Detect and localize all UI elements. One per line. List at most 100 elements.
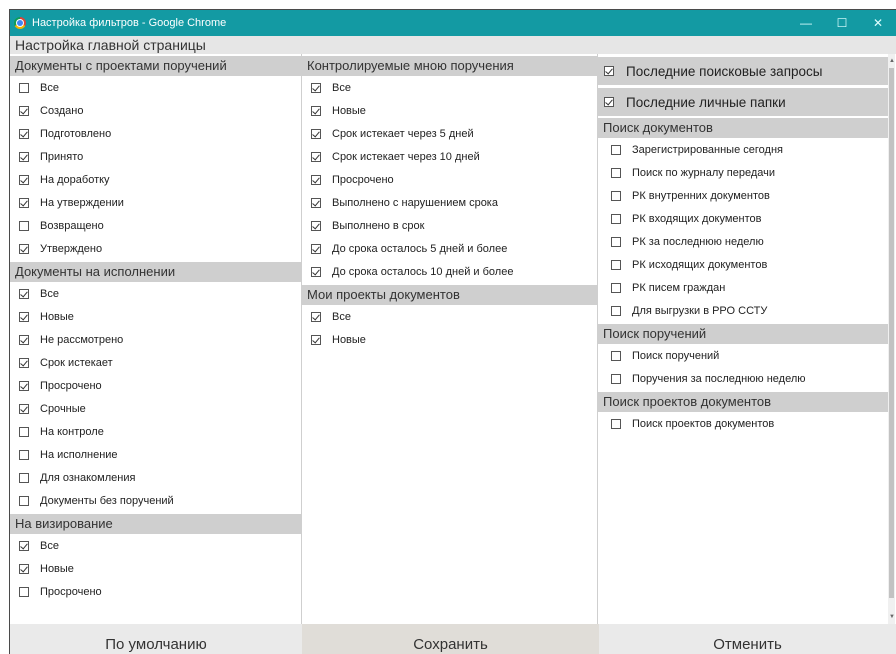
checkbox[interactable]: [19, 449, 29, 460]
checkbox-checked[interactable]: [19, 288, 29, 299]
filter-option[interactable]: Новые: [302, 328, 597, 351]
minimize-button[interactable]: —: [788, 10, 824, 36]
filter-option[interactable]: Срок истекает через 10 дней: [302, 145, 597, 168]
checkbox[interactable]: [611, 213, 621, 224]
filter-option[interactable]: Поручения за последнюю неделю: [598, 367, 895, 390]
filter-option[interactable]: Не рассмотрено: [10, 328, 301, 351]
cancel-button[interactable]: Отменить: [599, 624, 896, 654]
filter-option[interactable]: Новые: [302, 99, 597, 122]
filter-option[interactable]: Для ознакомления: [10, 466, 301, 489]
checkbox-checked[interactable]: [19, 128, 29, 139]
filter-option[interactable]: Возвращено: [10, 214, 301, 237]
filter-option[interactable]: Все: [10, 282, 301, 305]
checkbox[interactable]: [611, 167, 621, 178]
checkbox-checked[interactable]: [311, 82, 321, 93]
checkbox-checked[interactable]: [311, 311, 321, 322]
filter-option[interactable]: На доработку: [10, 168, 301, 191]
default-button[interactable]: По умолчанию: [10, 624, 302, 654]
checkbox-checked[interactable]: [311, 334, 321, 345]
scrollbar[interactable]: ▲ ▼: [888, 54, 895, 624]
checkbox-checked[interactable]: [604, 66, 614, 76]
checkbox-checked[interactable]: [19, 197, 29, 208]
checkbox[interactable]: [611, 259, 621, 270]
checkbox-checked[interactable]: [311, 151, 321, 162]
filter-option[interactable]: Все: [302, 76, 597, 99]
checkbox-checked[interactable]: [311, 220, 321, 231]
checkbox-checked[interactable]: [19, 403, 29, 414]
checkbox-checked[interactable]: [19, 311, 29, 322]
save-button[interactable]: Сохранить: [302, 624, 599, 654]
filter-option[interactable]: РК писем граждан: [598, 276, 895, 299]
checkbox[interactable]: [19, 586, 29, 597]
filter-option[interactable]: На исполнение: [10, 443, 301, 466]
close-button[interactable]: ✕: [860, 10, 896, 36]
checkbox-checked[interactable]: [19, 380, 29, 391]
filter-option[interactable]: Подготовлено: [10, 122, 301, 145]
checkbox-checked[interactable]: [311, 174, 321, 185]
checkbox[interactable]: [19, 495, 29, 506]
filter-option[interactable]: РК исходящих документов: [598, 253, 895, 276]
filter-option[interactable]: Принято: [10, 145, 301, 168]
checkbox-checked[interactable]: [604, 97, 614, 107]
scroll-down-icon[interactable]: ▼: [889, 614, 895, 620]
checkbox-checked[interactable]: [311, 105, 321, 116]
checkbox-checked[interactable]: [311, 243, 321, 254]
filter-option[interactable]: На контроле: [10, 420, 301, 443]
filter-option[interactable]: РК входящих документов: [598, 207, 895, 230]
checkbox[interactable]: [19, 82, 29, 93]
filter-option[interactable]: Все: [302, 305, 597, 328]
checkbox[interactable]: [611, 418, 621, 429]
checkbox-checked[interactable]: [19, 334, 29, 345]
filter-option[interactable]: Новые: [10, 557, 301, 580]
filter-option[interactable]: До срока осталось 10 дней и более: [302, 260, 597, 283]
checkbox-checked[interactable]: [19, 243, 29, 254]
scroll-up-icon[interactable]: ▲: [889, 58, 895, 64]
checkbox[interactable]: [611, 190, 621, 201]
checkbox[interactable]: [611, 373, 621, 384]
filter-option[interactable]: Утверждено: [10, 237, 301, 260]
filter-option[interactable]: РК за последнюю неделю: [598, 230, 895, 253]
filter-option[interactable]: Выполнено в срок: [302, 214, 597, 237]
filter-option[interactable]: Новые: [10, 305, 301, 328]
maximize-button[interactable]: ☐: [824, 10, 860, 36]
scrollbar-thumb[interactable]: [889, 68, 894, 598]
filter-option[interactable]: Срочные: [10, 397, 301, 420]
filter-option[interactable]: Просрочено: [10, 374, 301, 397]
filter-option[interactable]: Поиск по журналу передачи: [598, 161, 895, 184]
checkbox-checked[interactable]: [19, 357, 29, 368]
checkbox-checked[interactable]: [19, 174, 29, 185]
checkbox-checked[interactable]: [311, 266, 321, 277]
checkbox[interactable]: [611, 282, 621, 293]
checkbox[interactable]: [19, 426, 29, 437]
filter-option[interactable]: На утверждении: [10, 191, 301, 214]
filter-option[interactable]: Документы без поручений: [10, 489, 301, 512]
filter-option[interactable]: Срок истекает через 5 дней: [302, 122, 597, 145]
checkbox-checked[interactable]: [311, 197, 321, 208]
checkbox[interactable]: [19, 220, 29, 231]
filter-option[interactable]: Создано: [10, 99, 301, 122]
checkbox-checked[interactable]: [19, 563, 29, 574]
filter-option[interactable]: Просрочено: [302, 168, 597, 191]
filter-option[interactable]: Все: [10, 534, 301, 557]
top-filter-option[interactable]: Последние поисковые запросы: [598, 57, 895, 85]
filter-option[interactable]: РК внутренних документов: [598, 184, 895, 207]
checkbox-checked[interactable]: [19, 105, 29, 116]
checkbox[interactable]: [19, 472, 29, 483]
filter-option[interactable]: Зарегистрированные сегодня: [598, 138, 895, 161]
checkbox-checked[interactable]: [19, 151, 29, 162]
filter-option[interactable]: Все: [10, 76, 301, 99]
top-filter-option[interactable]: Последние личные папки: [598, 88, 895, 116]
filter-option[interactable]: Для выгрузки в РРО ССТУ: [598, 299, 895, 322]
checkbox[interactable]: [611, 350, 621, 361]
checkbox[interactable]: [611, 144, 621, 155]
checkbox[interactable]: [611, 305, 621, 316]
checkbox[interactable]: [611, 236, 621, 247]
filter-option[interactable]: Срок истекает: [10, 351, 301, 374]
filter-option[interactable]: Поиск поручений: [598, 344, 895, 367]
filter-option[interactable]: Просрочено: [10, 580, 301, 603]
filter-option[interactable]: Выполнено с нарушением срока: [302, 191, 597, 214]
checkbox-checked[interactable]: [311, 128, 321, 139]
filter-option[interactable]: До срока осталось 5 дней и более: [302, 237, 597, 260]
filter-option[interactable]: Поиск проектов документов: [598, 412, 895, 435]
checkbox-checked[interactable]: [19, 540, 29, 551]
